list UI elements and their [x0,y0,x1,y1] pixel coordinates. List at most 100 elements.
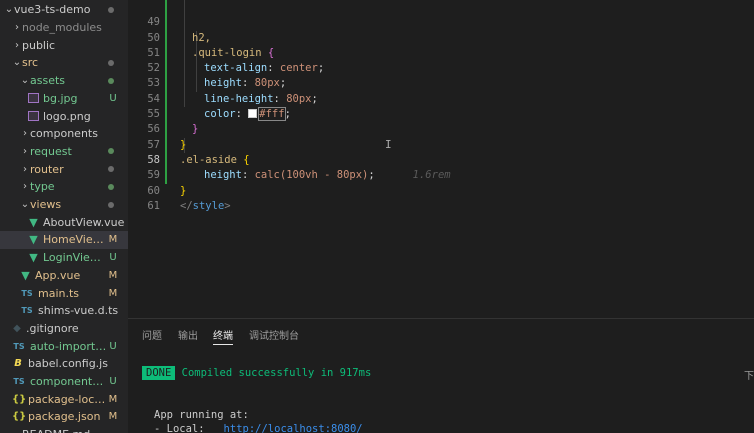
sidebar-item[interactable]: ⌄ views [0,196,128,214]
local-url-link[interactable]: http://localhost:8080/ [224,423,363,433]
chevron-down-icon: ⌄ [20,75,30,87]
chevron-right-icon: › [23,163,27,175]
code-line[interactable]: 53 line-height: 80px; [128,61,754,104]
sidebar-item-label: main.ts [38,286,80,300]
sidebar-item-label: assets [30,74,66,88]
sidebar-item[interactable]: README.md [0,426,128,433]
git-status-badge: M [108,234,118,246]
bottom-panel: 问题 输出 终端 调试控制台 DONE Compiled successfull… [128,318,754,433]
sidebar-item-label: logo.png [43,109,91,123]
vue-file-icon: ▼ [21,268,30,282]
typescript-file-icon: TS [21,288,33,298]
json-file-icon: {} [12,393,27,405]
code-line[interactable]: 61 [128,184,754,212]
chevron-down-icon: ⌄ [20,199,30,211]
tab-problems[interactable]: 问题 [142,327,162,345]
chevron-right-icon: › [23,145,27,157]
image-file-icon [28,111,39,122]
git-status-dot [108,201,114,208]
sidebar-item[interactable]: ▼ App.vue M [0,267,128,285]
sidebar-item-label: public [22,38,56,52]
git-status-badge: M [108,287,118,299]
git-status-badge: M [108,269,118,281]
code-editor[interactable]: 49 h2, 50 .quit-login { 51 text-align: c… [128,0,754,318]
sidebar-item-label: bg.jpg [43,91,78,105]
code-line[interactable]: 49 h2, [128,0,754,43]
app-running-text: App running at: [154,409,249,421]
git-status-badge: U [109,340,117,352]
sidebar-item-label: AboutView.vue [43,215,125,229]
text-cursor-icon: I [385,138,392,151]
git-status-dot [108,166,114,173]
git-status-dot [108,6,114,13]
chevron-right-icon: › [23,181,27,193]
sidebar-item[interactable]: › router [0,160,128,178]
code-line-active[interactable]: 58 height: calc(100vh - 80px); 1.6rem [128,138,754,181]
tag-name: style [192,199,225,212]
sidebar-item[interactable]: ▼ AboutView.vue [0,213,128,231]
sidebar-item[interactable]: {} package.json M [0,408,128,426]
code-line[interactable]: 57 .el-aside { [128,122,754,166]
sidebar-item[interactable]: TS shims-vue.d.ts [0,302,128,320]
code-line[interactable]: 56 } [128,107,754,150]
sidebar-item-label: views [30,198,62,212]
sidebar-item[interactable]: TS components.d.tsU [0,373,128,391]
sidebar-item-label: components [30,127,98,141]
git-file-icon: ◆ [13,322,21,334]
explorer-sidebar: ⌄ vue3-ts-demo › node_modules › public ⌄ src ⌄ as… [0,0,128,433]
chevron-right-icon: › [23,128,27,140]
sidebar-item-label: type [30,180,55,194]
git-status-badge: M [108,393,118,405]
code-line[interactable]: 60 </style> [128,168,754,212]
json-file-icon: {} [12,411,27,423]
code-line[interactable]: 54 color: #fff; [128,77,754,122]
sidebar-item[interactable]: › type [0,178,128,196]
sidebar-item[interactable]: {}package-lock.j...M [0,390,128,408]
terminal-compiled-line: DONE Compiled successfully in 917ms [142,366,372,380]
sidebar-item[interactable]: ▼ HomeView.... M [0,231,128,249]
tab-debug-console[interactable]: 调试控制台 [249,327,299,345]
sidebar-item[interactable]: ▼ LoginView.vueU [0,249,128,267]
sidebar-item[interactable]: › request [0,143,128,161]
git-status-dot [108,77,114,84]
sidebar-item[interactable]: TS main.ts M [0,284,128,302]
code-line[interactable]: 52 height: 80px; [128,46,754,89]
chevron-right-icon: › [15,22,19,34]
sidebar-item-label: src [22,56,39,70]
sidebar-item[interactable]: ⌄ vue3-ts-demo [0,1,128,19]
terminal-local-line: - Local: http://localhost:8080/ [154,423,363,433]
sidebar-item-label: package.json [28,410,101,424]
local-label: - Local: [154,423,224,433]
sidebar-item-label: LoginView.vue [43,251,108,265]
code-line[interactable]: 51 text-align: center; [128,31,754,74]
tab-output[interactable]: 输出 [178,327,198,345]
sidebar-item[interactable]: › components [0,125,128,143]
tag-bracket: > [224,199,231,212]
sidebar-item[interactable]: › public [0,36,128,54]
git-status-badge: U [109,252,117,264]
sidebar-item[interactable]: ⌄ src [0,54,128,72]
compiled-message: Compiled successfully in 917ms [181,367,372,379]
code-line[interactable]: 50 .quit-login { [128,15,754,59]
sidebar-item-label: auto-imports.d.ts [30,339,108,353]
code-line[interactable]: 59 } [128,153,754,196]
sidebar-item[interactable]: › node_modules [0,19,128,37]
tab-terminal[interactable]: 终端 [213,327,233,345]
typescript-file-icon: TS [13,377,25,387]
sidebar-item[interactable]: bg.jpg U [0,90,128,108]
sidebar-item[interactable]: TS auto-imports.d.tsU [0,337,128,355]
git-status-badge: U [109,92,117,104]
sidebar-item[interactable]: Bbabel.config.js [0,355,128,373]
sidebar-item[interactable]: ◆ .gitignore [0,320,128,338]
chevron-right-icon: › [15,39,19,51]
done-badge: DONE [142,366,176,380]
sidebar-item-label: package-lock.j... [28,392,108,406]
sidebar-item[interactable]: logo.png [0,107,128,125]
sidebar-item-label: components.d.ts [30,375,108,389]
typescript-file-icon: TS [21,306,33,316]
sidebar-item[interactable]: ⌄ assets [0,72,128,90]
git-status-dot [108,148,114,155]
code-line[interactable]: 55 } [128,92,754,135]
typescript-file-icon: TS [13,341,25,351]
sidebar-item-label: vue3-ts-demo [14,3,91,17]
